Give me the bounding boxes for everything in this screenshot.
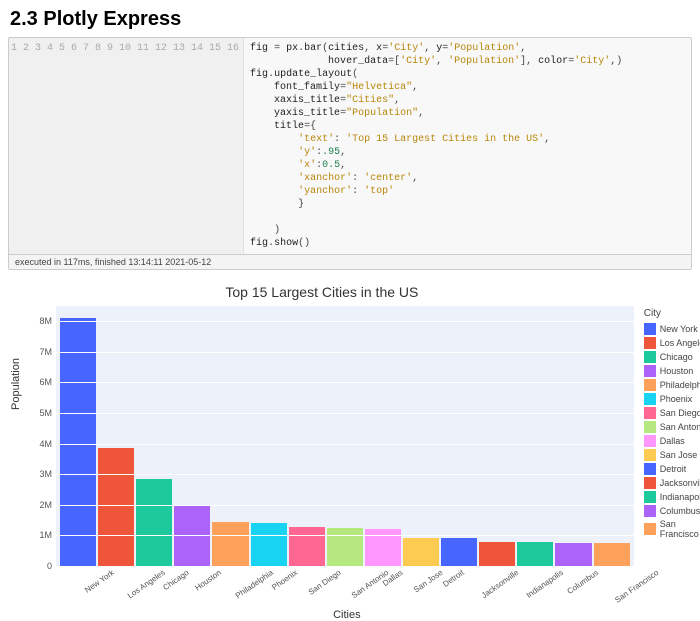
legend-item[interactable]: Indianapolis bbox=[644, 490, 700, 504]
legend-label: Los Angeles bbox=[660, 338, 700, 348]
legend-swatch-icon bbox=[644, 379, 656, 391]
y-tick-label: 5M bbox=[39, 408, 52, 418]
bar[interactable] bbox=[289, 527, 325, 566]
legend-title: City bbox=[644, 308, 700, 322]
bar[interactable] bbox=[594, 543, 630, 566]
bar[interactable] bbox=[98, 448, 134, 566]
legend-item[interactable]: Philadelphia bbox=[644, 378, 700, 392]
line-number-gutter: 1 2 3 4 5 6 7 8 9 10 11 12 13 14 15 16 bbox=[9, 38, 244, 254]
bar[interactable] bbox=[212, 522, 248, 566]
legend-item[interactable]: San Antonio bbox=[644, 420, 700, 434]
section-heading: 2.3 Plotly Express bbox=[0, 0, 700, 37]
legend-item[interactable]: New York bbox=[644, 322, 700, 336]
bar[interactable] bbox=[327, 528, 363, 566]
legend-item[interactable]: Phoenix bbox=[644, 392, 700, 406]
legend-swatch-icon bbox=[644, 449, 656, 461]
legend-label: San Diego bbox=[660, 408, 700, 418]
legend-item[interactable]: San Jose bbox=[644, 448, 700, 462]
y-tick-label: 7M bbox=[39, 347, 52, 357]
bar[interactable] bbox=[517, 542, 553, 566]
legend-item[interactable]: Columbus bbox=[644, 504, 700, 518]
bars-container bbox=[56, 306, 634, 566]
legend-swatch-icon bbox=[644, 491, 656, 503]
code-cell[interactable]: 1 2 3 4 5 6 7 8 9 10 11 12 13 14 15 16 f… bbox=[8, 37, 692, 270]
chart-output[interactable]: Top 15 Largest Cities in the US Populati… bbox=[0, 270, 700, 621]
legend-swatch-icon bbox=[644, 407, 656, 419]
legend-label: San Francisco bbox=[660, 519, 700, 539]
legend-swatch-icon bbox=[644, 365, 656, 377]
y-tick-label: 6M bbox=[39, 377, 52, 387]
y-tick-label: 2M bbox=[39, 500, 52, 510]
legend-item[interactable]: Jacksonville bbox=[644, 476, 700, 490]
legend-swatch-icon bbox=[644, 421, 656, 433]
legend-swatch-icon bbox=[644, 477, 656, 489]
legend-swatch-icon bbox=[644, 351, 656, 363]
legend-item[interactable]: San Diego bbox=[644, 406, 700, 420]
legend-label: San Antonio bbox=[660, 422, 700, 432]
bar[interactable] bbox=[479, 542, 515, 566]
legend-label: Indianapolis bbox=[660, 492, 700, 502]
legend-item[interactable]: Dallas bbox=[644, 434, 700, 448]
legend-label: New York bbox=[660, 324, 698, 334]
legend-swatch-icon bbox=[644, 523, 656, 535]
bar[interactable] bbox=[60, 318, 96, 566]
legend-swatch-icon bbox=[644, 505, 656, 517]
legend-label: Phoenix bbox=[660, 394, 693, 404]
bar[interactable] bbox=[251, 523, 287, 566]
y-tick-label: 4M bbox=[39, 439, 52, 449]
legend-label: Dallas bbox=[660, 436, 685, 446]
legend-label: Jacksonville bbox=[660, 478, 700, 488]
legend-item[interactable]: San Francisco bbox=[644, 518, 700, 540]
legend-swatch-icon bbox=[644, 337, 656, 349]
legend-label: Houston bbox=[660, 366, 694, 376]
chart-title: Top 15 Largest Cities in the US bbox=[6, 276, 638, 306]
bar[interactable] bbox=[441, 538, 477, 566]
y-tick-label: 3M bbox=[39, 469, 52, 479]
legend-item[interactable]: Houston bbox=[644, 364, 700, 378]
legend-label: San Jose bbox=[660, 450, 698, 460]
legend-label: Chicago bbox=[660, 352, 693, 362]
code-content[interactable]: fig = px.bar(cities, x='City', y='Popula… bbox=[244, 38, 628, 254]
legend-label: Columbus bbox=[660, 506, 700, 516]
x-tick-label: New York bbox=[60, 568, 94, 577]
execution-status: executed in 117ms, finished 13:14:11 202… bbox=[9, 254, 691, 269]
legend: City New York Los Angeles Chicago Houston Ph… bbox=[638, 276, 700, 621]
legend-swatch-icon bbox=[644, 463, 656, 475]
y-axis-label: Population bbox=[10, 358, 22, 410]
bar[interactable] bbox=[136, 479, 172, 566]
bar[interactable] bbox=[403, 538, 439, 566]
y-tick-label: 0 bbox=[47, 561, 52, 571]
plot-area[interactable]: 01M2M3M4M5M6M7M8M bbox=[56, 306, 634, 566]
legend-swatch-icon bbox=[644, 323, 656, 335]
legend-item[interactable]: Chicago bbox=[644, 350, 700, 364]
legend-label: Philadelphia bbox=[660, 380, 700, 390]
x-tick-labels: New YorkLos AngelesChicagoHoustonPhilade… bbox=[56, 566, 634, 577]
legend-item[interactable]: Detroit bbox=[644, 462, 700, 476]
bar[interactable] bbox=[555, 543, 591, 566]
legend-swatch-icon bbox=[644, 393, 656, 405]
y-tick-label: 1M bbox=[39, 530, 52, 540]
legend-swatch-icon bbox=[644, 435, 656, 447]
legend-item[interactable]: Los Angeles bbox=[644, 336, 700, 350]
legend-label: Detroit bbox=[660, 464, 687, 474]
y-tick-label: 8M bbox=[39, 316, 52, 326]
